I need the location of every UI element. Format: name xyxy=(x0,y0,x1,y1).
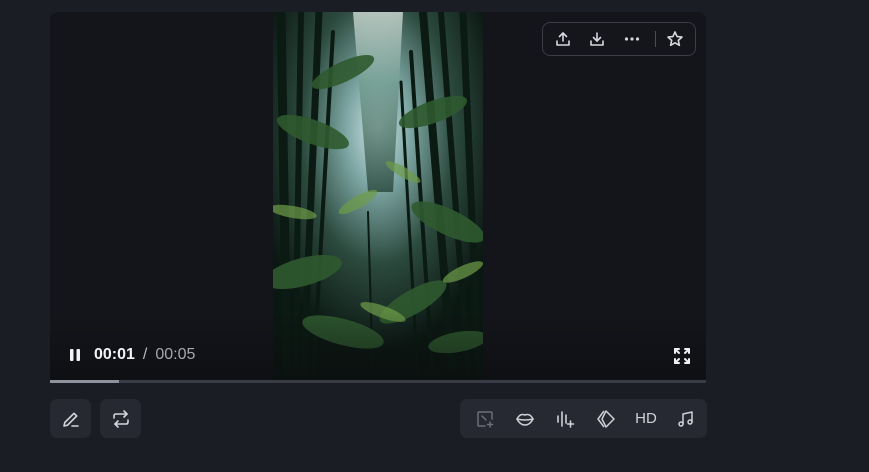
add-frame-button[interactable] xyxy=(470,404,499,434)
music-note-icon xyxy=(678,410,694,427)
add-frame-icon xyxy=(476,410,493,428)
lips-icon xyxy=(516,413,534,426)
more-button[interactable] xyxy=(618,24,646,54)
playback-controls: 00:01 / 00:05 xyxy=(50,344,706,366)
download-button[interactable] xyxy=(584,24,612,54)
repeat-icon xyxy=(112,409,129,428)
lip-sync-button[interactable] xyxy=(510,404,539,434)
audio-sparkle-icon xyxy=(557,410,575,428)
transition-button[interactable] xyxy=(591,404,620,434)
duration: 00:05 xyxy=(155,346,196,363)
hd-upscale-button[interactable]: HD xyxy=(631,404,660,434)
hd-label: HD xyxy=(635,410,657,427)
video-player[interactable]: 00:01 / 00:05 xyxy=(50,12,706,382)
music-button[interactable] xyxy=(672,404,701,434)
download-icon xyxy=(590,32,605,46)
share-icon xyxy=(555,32,570,46)
fullscreen-button[interactable] xyxy=(672,346,692,366)
time-separator: / xyxy=(142,346,148,363)
more-icon xyxy=(624,37,639,41)
edit-icon xyxy=(62,412,79,427)
repeat-button[interactable] xyxy=(100,399,141,438)
toolbar-divider xyxy=(654,31,656,47)
tools-toolbar: HD xyxy=(460,399,707,438)
star-icon xyxy=(667,31,684,47)
pause-button[interactable] xyxy=(66,346,84,364)
current-time: 00:01 xyxy=(94,346,135,363)
favorite-button[interactable] xyxy=(661,24,689,54)
progress-fill xyxy=(50,380,119,383)
fullscreen-icon xyxy=(674,348,690,364)
diamond-icon xyxy=(596,409,615,428)
pause-icon xyxy=(70,349,80,361)
video-actions-toolbar xyxy=(542,22,696,56)
edit-button[interactable] xyxy=(50,399,91,438)
share-button[interactable] xyxy=(549,24,577,54)
video-frame-bamboo-forest[interactable] xyxy=(273,12,483,382)
audio-enhance-button[interactable] xyxy=(551,404,580,434)
progress-bar[interactable] xyxy=(50,380,706,383)
